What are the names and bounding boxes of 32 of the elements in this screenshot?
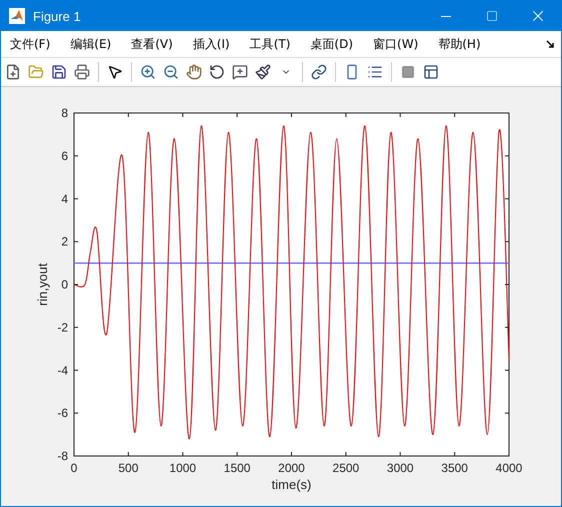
tick-label: 6 (61, 148, 68, 163)
maximize-icon (486, 10, 498, 22)
tick-label: -8 (57, 449, 68, 463)
tick-label: 0 (70, 461, 78, 475)
tick-label: 2500 (332, 461, 360, 475)
tick-label: -4 (57, 363, 68, 378)
tick-label: 4000 (496, 461, 522, 475)
tick-label: 3000 (386, 461, 414, 475)
menu-item[interactable]: 文件(F) (5, 36, 56, 52)
menu-item[interactable]: 插入(I) (188, 36, 235, 52)
window-title: Figure 1 (33, 8, 82, 24)
tick-label: 8 (61, 106, 68, 120)
menu-item[interactable]: 编辑(E) (65, 36, 116, 52)
menu-item[interactable]: 帮助(H) (433, 36, 486, 52)
menu-item[interactable]: 窗口(W) (368, 36, 424, 52)
menu-item[interactable]: 桌面(D) (305, 36, 358, 52)
tick-label: 1500 (224, 461, 250, 475)
tick-label: 500 (118, 461, 138, 475)
tick-label: 1000 (169, 461, 196, 475)
tick-label: -2 (57, 320, 68, 334)
y-axis-label: rin,yout (35, 263, 50, 306)
dock-arrow-icon[interactable] (546, 40, 555, 48)
app-logo-icon (9, 8, 25, 24)
tick-label: 2000 (278, 461, 305, 475)
tick-label: 2 (61, 234, 68, 249)
menu-item[interactable]: 工具(T) (244, 36, 296, 52)
tick-label: 4 (61, 192, 68, 206)
menu-item[interactable]: 查看(V) (126, 36, 178, 52)
tick-label: -6 (57, 406, 68, 420)
tick-label: 3500 (441, 461, 468, 475)
x-axis-label: time(s) (272, 477, 312, 492)
tick-label: 0 (61, 278, 68, 292)
